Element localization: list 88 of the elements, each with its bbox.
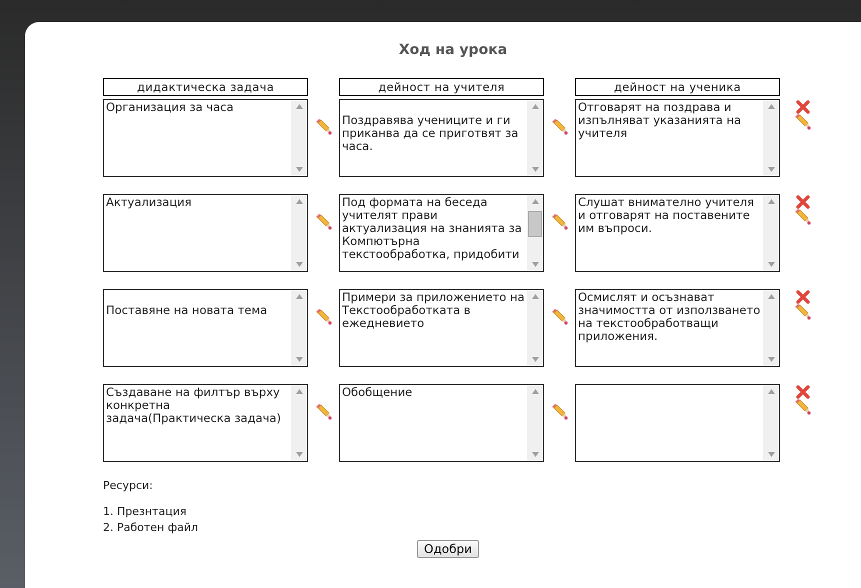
pencil-icon (552, 309, 568, 325)
scroll-down-arrow-icon[interactable] (532, 357, 538, 362)
column-header: дидактическа задача (103, 78, 308, 96)
pencil-icon (552, 214, 568, 230)
pencil-icon (552, 119, 568, 135)
text-area[interactable]: Поставяне на новата тема (103, 289, 308, 367)
scroll-up-arrow-icon[interactable] (532, 104, 538, 109)
resource-item: 1. Презнтация (103, 504, 188, 520)
text-area[interactable]: Под формата на беседа учителят прави актуализация на знанията за Компютърна текстообработка, придобити (339, 194, 544, 272)
scroll-up-arrow-icon[interactable] (768, 199, 774, 204)
scrollbar[interactable] (763, 100, 779, 176)
scroll-up-arrow-icon[interactable] (532, 294, 538, 299)
edit-button[interactable] (552, 404, 568, 420)
scrollbar[interactable] (527, 100, 543, 176)
scroll-down-arrow-icon[interactable] (532, 452, 538, 457)
edit-button[interactable] (316, 214, 332, 230)
scroll-down-arrow-icon[interactable] (296, 167, 302, 172)
edit-button[interactable] (795, 114, 811, 130)
scroll-down-arrow-icon[interactable] (532, 262, 538, 267)
scroll-down-arrow-icon[interactable] (296, 357, 302, 362)
delete-icon (796, 290, 810, 304)
scroll-down-arrow-icon[interactable] (532, 167, 538, 172)
scrollbar[interactable] (291, 195, 307, 271)
pencil-icon (795, 399, 811, 415)
scroll-down-arrow-icon[interactable] (768, 262, 774, 267)
scroll-up-arrow-icon[interactable] (768, 294, 774, 299)
edit-button[interactable] (552, 119, 568, 135)
approve-button[interactable]: Одобри (417, 540, 479, 558)
scroll-up-arrow-icon[interactable] (768, 389, 774, 394)
delete-icon (796, 195, 810, 209)
scrollbar[interactable] (527, 385, 543, 461)
edit-button[interactable] (795, 304, 811, 320)
text-area[interactable]: Отговарят на поздрава и изпълняват указанията на учителя (575, 99, 780, 177)
scrollbar[interactable] (291, 385, 307, 461)
scroll-up-arrow-icon[interactable] (296, 294, 302, 299)
scrollbar[interactable] (291, 100, 307, 176)
delete-button[interactable] (796, 385, 810, 399)
page-title: Ход на урока (398, 42, 508, 58)
scroll-down-arrow-icon[interactable] (296, 262, 302, 267)
pencil-icon (795, 304, 811, 320)
scroll-up-arrow-icon[interactable] (768, 104, 774, 109)
pencil-icon (316, 214, 332, 230)
text-area[interactable]: Примери за приложението на Текстообработката в ежедневието (339, 289, 544, 367)
pencil-icon (795, 209, 811, 225)
scrollbar[interactable] (763, 385, 779, 461)
text-area[interactable]: Слушат внимателно учителя и отговарят на поставените им въпроси. (575, 194, 780, 272)
scroll-up-arrow-icon[interactable] (532, 199, 538, 204)
delete-icon (796, 100, 810, 114)
delete-button[interactable] (796, 100, 810, 114)
edit-button[interactable] (795, 209, 811, 225)
delete-button[interactable] (796, 195, 810, 209)
column-header: дейност на учителя (339, 78, 544, 96)
edit-button[interactable] (795, 399, 811, 415)
pencil-icon (795, 114, 811, 130)
text-area[interactable] (575, 384, 780, 462)
pencil-icon (316, 119, 332, 135)
resource-item: 2. Работен файл (103, 520, 200, 536)
scrollbar[interactable] (527, 195, 543, 271)
text-area[interactable]: Осмислят и осъзнават значимостта от използването на текстообработващи приложения. (575, 289, 780, 367)
scroll-down-arrow-icon[interactable] (296, 452, 302, 457)
text-area[interactable]: Организация за часа (103, 99, 308, 177)
column-header: дейност на ученика (575, 78, 780, 96)
scroll-up-arrow-icon[interactable] (296, 389, 302, 394)
scroll-down-arrow-icon[interactable] (768, 357, 774, 362)
text-area[interactable]: Създаване на филтър върху конкретна задача(Практическа задача) (103, 384, 308, 462)
scroll-up-arrow-icon[interactable] (296, 199, 302, 204)
text-area[interactable]: Актуализация (103, 194, 308, 272)
delete-icon (796, 385, 810, 399)
text-area[interactable]: Обобщение (339, 384, 544, 462)
scrollbar[interactable] (291, 290, 307, 366)
resources-label: Ресурси: (103, 479, 154, 492)
delete-button[interactable] (796, 290, 810, 304)
edit-button[interactable] (316, 119, 332, 135)
edit-button[interactable] (552, 214, 568, 230)
pencil-icon (316, 309, 332, 325)
scrollbar[interactable] (527, 290, 543, 366)
edit-button[interactable] (316, 309, 332, 325)
edit-button[interactable] (552, 309, 568, 325)
scrollbar[interactable] (763, 290, 779, 366)
scroll-down-arrow-icon[interactable] (768, 167, 774, 172)
text-area[interactable]: Поздравява учениците и ги приканва да се приготвят за часа. (339, 99, 544, 177)
edit-button[interactable] (316, 404, 332, 420)
pencil-icon (552, 404, 568, 420)
pencil-icon (316, 404, 332, 420)
scrollbar[interactable] (763, 195, 779, 271)
scroll-up-arrow-icon[interactable] (296, 104, 302, 109)
scroll-up-arrow-icon[interactable] (532, 389, 538, 394)
scroll-down-arrow-icon[interactable] (768, 452, 774, 457)
